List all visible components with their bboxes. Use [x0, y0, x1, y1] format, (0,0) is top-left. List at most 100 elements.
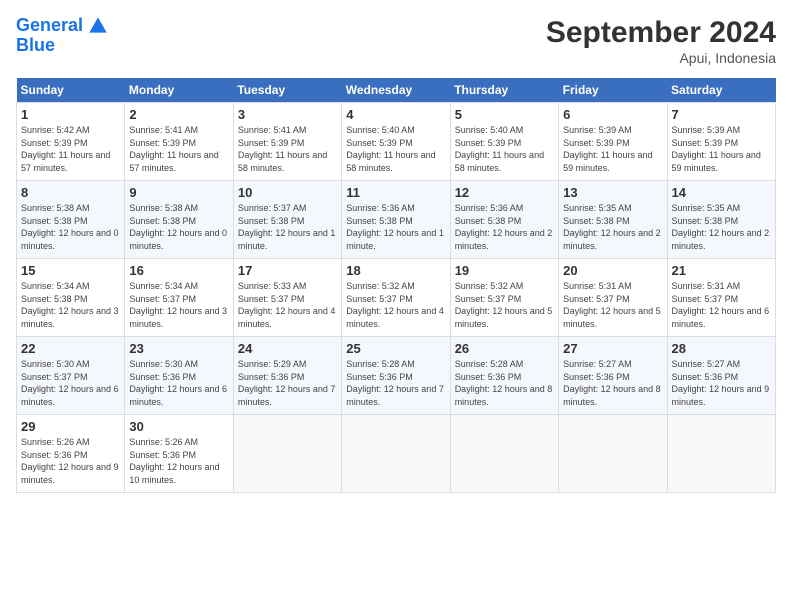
day-number: 24	[238, 341, 337, 356]
day-number: 22	[21, 341, 120, 356]
day-info: Sunrise: 5:36 AM Sunset: 5:38 PM Dayligh…	[346, 202, 445, 252]
day-number: 18	[346, 263, 445, 278]
day-info: Sunrise: 5:41 AM Sunset: 5:39 PM Dayligh…	[238, 124, 337, 174]
calendar-day-cell: 9 Sunrise: 5:38 AM Sunset: 5:38 PM Dayli…	[125, 181, 233, 259]
day-number: 6	[563, 107, 662, 122]
calendar-week-row: 8 Sunrise: 5:38 AM Sunset: 5:38 PM Dayli…	[17, 181, 776, 259]
day-number: 16	[129, 263, 228, 278]
calendar-day-cell: 1 Sunrise: 5:42 AM Sunset: 5:39 PM Dayli…	[17, 103, 125, 181]
calendar-week-row: 1 Sunrise: 5:42 AM Sunset: 5:39 PM Dayli…	[17, 103, 776, 181]
calendar-day-cell	[450, 415, 558, 493]
day-info: Sunrise: 5:35 AM Sunset: 5:38 PM Dayligh…	[563, 202, 662, 252]
day-info: Sunrise: 5:42 AM Sunset: 5:39 PM Dayligh…	[21, 124, 120, 174]
calendar-day-cell: 22 Sunrise: 5:30 AM Sunset: 5:37 PM Dayl…	[17, 337, 125, 415]
calendar-day-cell: 13 Sunrise: 5:35 AM Sunset: 5:38 PM Dayl…	[559, 181, 667, 259]
day-number: 26	[455, 341, 554, 356]
weekday-header-cell: Sunday	[17, 78, 125, 103]
calendar-day-cell: 10 Sunrise: 5:37 AM Sunset: 5:38 PM Dayl…	[233, 181, 341, 259]
calendar-day-cell: 8 Sunrise: 5:38 AM Sunset: 5:38 PM Dayli…	[17, 181, 125, 259]
day-number: 12	[455, 185, 554, 200]
day-number: 14	[672, 185, 771, 200]
day-info: Sunrise: 5:41 AM Sunset: 5:39 PM Dayligh…	[129, 124, 228, 174]
day-info: Sunrise: 5:27 AM Sunset: 5:36 PM Dayligh…	[672, 358, 771, 408]
calendar-day-cell: 28 Sunrise: 5:27 AM Sunset: 5:36 PM Dayl…	[667, 337, 775, 415]
page-container: General Blue September 2024 Apui, Indone…	[0, 0, 792, 501]
day-number: 28	[672, 341, 771, 356]
day-number: 8	[21, 185, 120, 200]
day-info: Sunrise: 5:30 AM Sunset: 5:36 PM Dayligh…	[129, 358, 228, 408]
day-info: Sunrise: 5:34 AM Sunset: 5:37 PM Dayligh…	[129, 280, 228, 330]
calendar-day-cell: 2 Sunrise: 5:41 AM Sunset: 5:39 PM Dayli…	[125, 103, 233, 181]
calendar-day-cell: 4 Sunrise: 5:40 AM Sunset: 5:39 PM Dayli…	[342, 103, 450, 181]
calendar-day-cell: 7 Sunrise: 5:39 AM Sunset: 5:39 PM Dayli…	[667, 103, 775, 181]
calendar-body: 1 Sunrise: 5:42 AM Sunset: 5:39 PM Dayli…	[17, 103, 776, 493]
logo-general: General	[16, 15, 83, 35]
day-number: 30	[129, 419, 228, 434]
day-info: Sunrise: 5:40 AM Sunset: 5:39 PM Dayligh…	[455, 124, 554, 174]
day-info: Sunrise: 5:39 AM Sunset: 5:39 PM Dayligh…	[563, 124, 662, 174]
day-number: 2	[129, 107, 228, 122]
day-info: Sunrise: 5:34 AM Sunset: 5:38 PM Dayligh…	[21, 280, 120, 330]
calendar-day-cell	[667, 415, 775, 493]
day-info: Sunrise: 5:26 AM Sunset: 5:36 PM Dayligh…	[21, 436, 120, 486]
day-number: 7	[672, 107, 771, 122]
calendar-day-cell: 20 Sunrise: 5:31 AM Sunset: 5:37 PM Dayl…	[559, 259, 667, 337]
day-info: Sunrise: 5:27 AM Sunset: 5:36 PM Dayligh…	[563, 358, 662, 408]
day-info: Sunrise: 5:28 AM Sunset: 5:36 PM Dayligh…	[346, 358, 445, 408]
calendar-day-cell: 5 Sunrise: 5:40 AM Sunset: 5:39 PM Dayli…	[450, 103, 558, 181]
day-info: Sunrise: 5:38 AM Sunset: 5:38 PM Dayligh…	[21, 202, 120, 252]
calendar-day-cell	[342, 415, 450, 493]
calendar-day-cell: 21 Sunrise: 5:31 AM Sunset: 5:37 PM Dayl…	[667, 259, 775, 337]
weekday-header-cell: Friday	[559, 78, 667, 103]
day-number: 29	[21, 419, 120, 434]
calendar-table: SundayMondayTuesdayWednesdayThursdayFrid…	[16, 78, 776, 493]
weekday-header-cell: Wednesday	[342, 78, 450, 103]
day-info: Sunrise: 5:30 AM Sunset: 5:37 PM Dayligh…	[21, 358, 120, 408]
day-number: 27	[563, 341, 662, 356]
calendar-day-cell: 6 Sunrise: 5:39 AM Sunset: 5:39 PM Dayli…	[559, 103, 667, 181]
calendar-day-cell: 17 Sunrise: 5:33 AM Sunset: 5:37 PM Dayl…	[233, 259, 341, 337]
weekday-header-cell: Monday	[125, 78, 233, 103]
calendar-day-cell: 30 Sunrise: 5:26 AM Sunset: 5:36 PM Dayl…	[125, 415, 233, 493]
calendar-week-row: 29 Sunrise: 5:26 AM Sunset: 5:36 PM Dayl…	[17, 415, 776, 493]
day-info: Sunrise: 5:38 AM Sunset: 5:38 PM Dayligh…	[129, 202, 228, 252]
calendar-day-cell	[233, 415, 341, 493]
day-info: Sunrise: 5:39 AM Sunset: 5:39 PM Dayligh…	[672, 124, 771, 174]
day-info: Sunrise: 5:28 AM Sunset: 5:36 PM Dayligh…	[455, 358, 554, 408]
day-info: Sunrise: 5:31 AM Sunset: 5:37 PM Dayligh…	[672, 280, 771, 330]
day-number: 15	[21, 263, 120, 278]
calendar-day-cell: 23 Sunrise: 5:30 AM Sunset: 5:36 PM Dayl…	[125, 337, 233, 415]
month-title: September 2024	[546, 16, 776, 50]
location: Apui, Indonesia	[546, 50, 776, 66]
day-info: Sunrise: 5:32 AM Sunset: 5:37 PM Dayligh…	[455, 280, 554, 330]
title-block: September 2024 Apui, Indonesia	[546, 16, 776, 66]
calendar-day-cell: 25 Sunrise: 5:28 AM Sunset: 5:36 PM Dayl…	[342, 337, 450, 415]
day-number: 5	[455, 107, 554, 122]
weekday-header-cell: Saturday	[667, 78, 775, 103]
calendar-week-row: 22 Sunrise: 5:30 AM Sunset: 5:37 PM Dayl…	[17, 337, 776, 415]
day-number: 25	[346, 341, 445, 356]
day-info: Sunrise: 5:37 AM Sunset: 5:38 PM Dayligh…	[238, 202, 337, 252]
day-info: Sunrise: 5:29 AM Sunset: 5:36 PM Dayligh…	[238, 358, 337, 408]
day-number: 9	[129, 185, 228, 200]
day-number: 3	[238, 107, 337, 122]
weekday-header-cell: Tuesday	[233, 78, 341, 103]
day-number: 4	[346, 107, 445, 122]
day-info: Sunrise: 5:31 AM Sunset: 5:37 PM Dayligh…	[563, 280, 662, 330]
day-number: 11	[346, 185, 445, 200]
logo-blue: Blue	[16, 36, 108, 56]
calendar-day-cell: 27 Sunrise: 5:27 AM Sunset: 5:36 PM Dayl…	[559, 337, 667, 415]
day-info: Sunrise: 5:33 AM Sunset: 5:37 PM Dayligh…	[238, 280, 337, 330]
calendar-day-cell: 3 Sunrise: 5:41 AM Sunset: 5:39 PM Dayli…	[233, 103, 341, 181]
day-number: 19	[455, 263, 554, 278]
calendar-day-cell	[559, 415, 667, 493]
calendar-day-cell: 26 Sunrise: 5:28 AM Sunset: 5:36 PM Dayl…	[450, 337, 558, 415]
day-number: 1	[21, 107, 120, 122]
day-number: 10	[238, 185, 337, 200]
calendar-day-cell: 29 Sunrise: 5:26 AM Sunset: 5:36 PM Dayl…	[17, 415, 125, 493]
calendar-week-row: 15 Sunrise: 5:34 AM Sunset: 5:38 PM Dayl…	[17, 259, 776, 337]
calendar-day-cell: 15 Sunrise: 5:34 AM Sunset: 5:38 PM Dayl…	[17, 259, 125, 337]
day-info: Sunrise: 5:32 AM Sunset: 5:37 PM Dayligh…	[346, 280, 445, 330]
day-info: Sunrise: 5:26 AM Sunset: 5:36 PM Dayligh…	[129, 436, 228, 486]
day-number: 20	[563, 263, 662, 278]
